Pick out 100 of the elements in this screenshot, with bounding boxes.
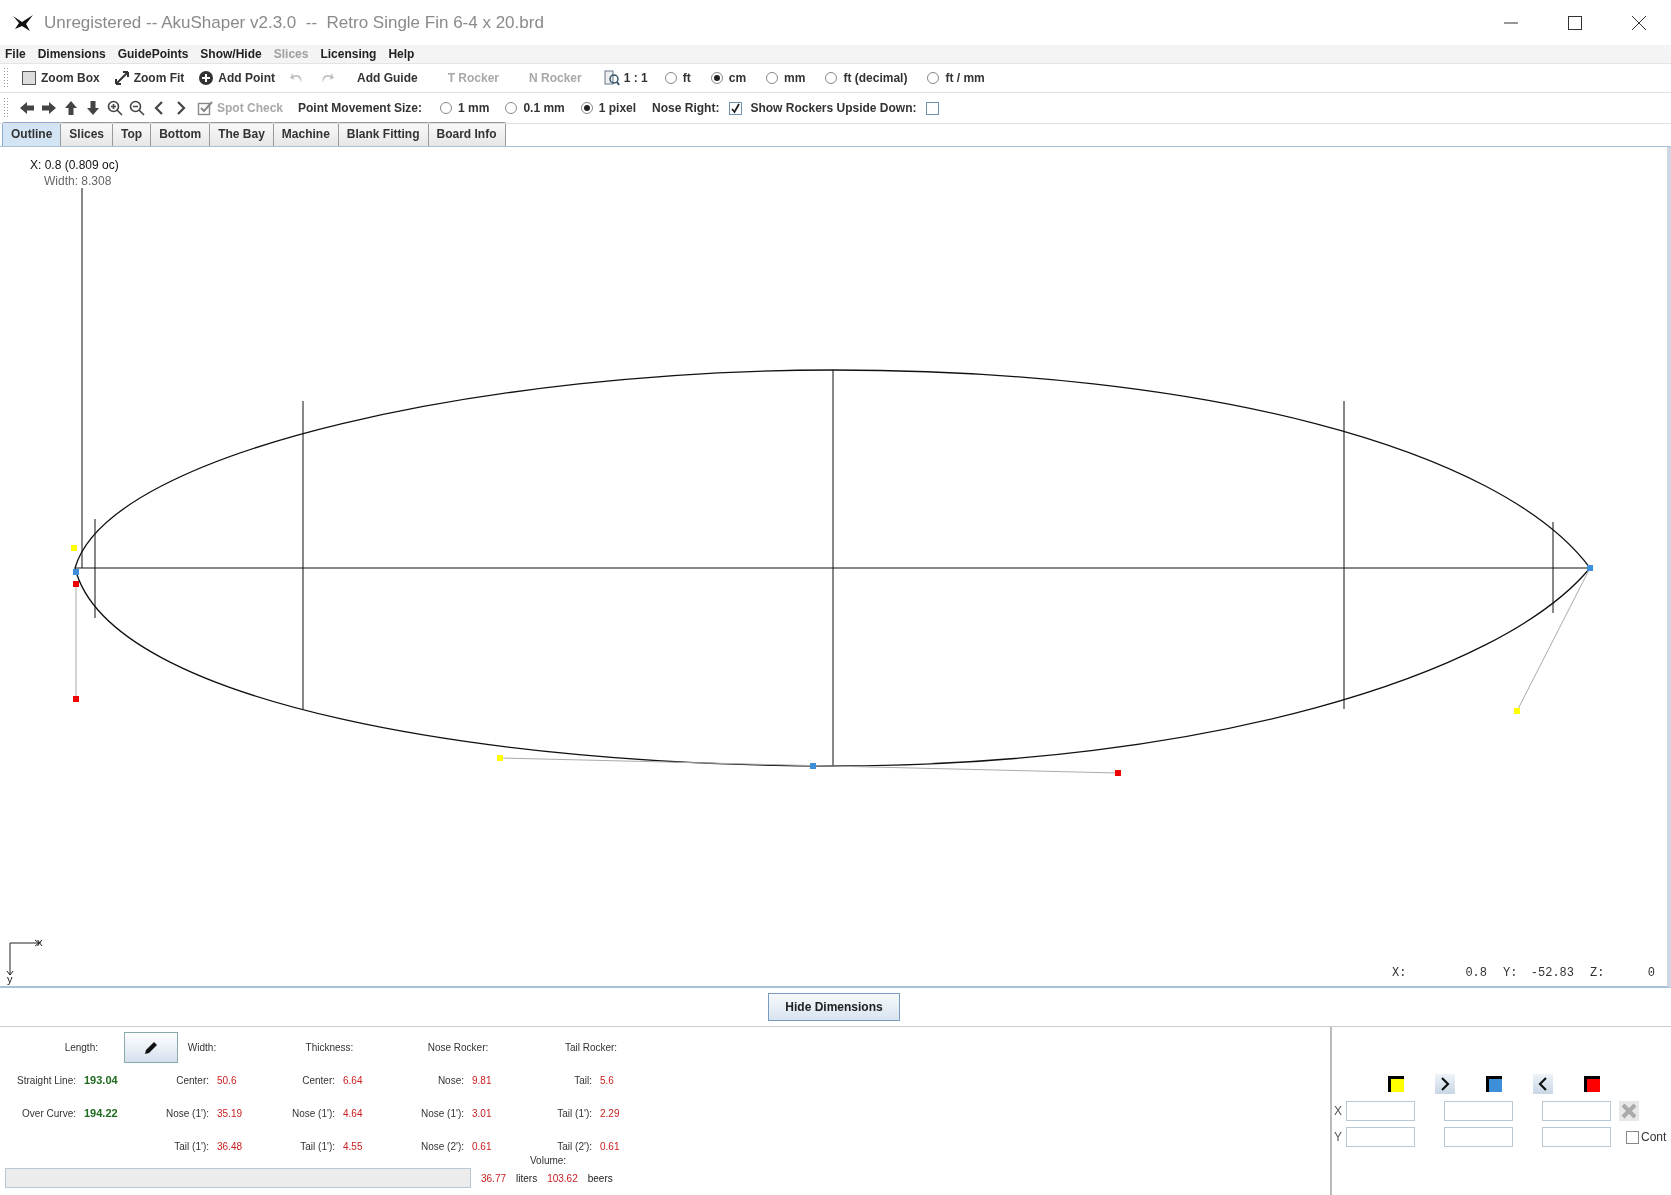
unit-radio[interactable]: cm	[710, 69, 747, 87]
coordinate-field[interactable]	[1346, 1101, 1415, 1121]
dimension-value: 193.04	[84, 1073, 119, 1089]
dimension-value: 36.48	[217, 1140, 244, 1154]
dimension-value: 5.6	[600, 1074, 615, 1088]
axis-label: y	[7, 973, 13, 986]
column-heading: Nose Rocker:	[427, 1041, 489, 1055]
right-arrow-icon	[41, 100, 57, 116]
dimension-label: Tail (1'):	[299, 1140, 335, 1154]
unit-radio[interactable]: ft / mm	[927, 69, 985, 87]
tab[interactable]: Board Info	[427, 122, 506, 146]
menu-item[interactable]: Licensing	[315, 45, 384, 63]
maximize-icon	[1568, 15, 1582, 30]
unit-radio[interactable]: ft (decimal)	[825, 69, 908, 87]
minimize-icon	[1504, 21, 1518, 24]
pencil-icon	[143, 1039, 159, 1056]
toolbar-button[interactable]: Add Point	[193, 69, 280, 87]
dimension-value: 194.22	[84, 1106, 119, 1122]
column-heading: Length:	[63, 1041, 98, 1055]
coordinate-field[interactable]	[1346, 1127, 1415, 1147]
dimension-label: Nose (2'):	[419, 1140, 464, 1154]
point-size-radio[interactable]: 1 pixel	[580, 99, 637, 117]
menu-item[interactable]: GuidePoints	[112, 45, 196, 63]
nose-right-checkbox[interactable]	[729, 101, 743, 115]
point-swatch[interactable]	[1583, 1076, 1600, 1092]
volume-unit: beers	[587, 1171, 613, 1186]
point-swatch[interactable]	[1485, 1076, 1502, 1092]
coordinate-label: X	[1334, 1103, 1343, 1120]
toolbar-button[interactable]: Add Guide	[352, 69, 423, 87]
axis-label: x	[37, 935, 43, 950]
upside-down-label: Show Rockers Upside Down:	[750, 100, 917, 117]
dimension-value: 50.6	[217, 1074, 238, 1088]
coordinate-field[interactable]	[1444, 1101, 1513, 1121]
unit-radio[interactable]: ft	[664, 69, 691, 87]
status-value: 0	[1646, 965, 1655, 982]
upside-down-checkbox[interactable]	[926, 101, 940, 115]
dimension-label: Nose:	[436, 1074, 464, 1088]
coordinate-field[interactable]	[1542, 1127, 1611, 1147]
dimension-label: Nose (1'):	[164, 1107, 209, 1121]
coordinate-field[interactable]	[1444, 1127, 1513, 1147]
status-value: -52.83	[1529, 965, 1574, 982]
chevron-right-button[interactable]	[1434, 1074, 1455, 1094]
dimension-label: Nose (1'):	[290, 1107, 335, 1121]
width-readout: Width: 8.308	[44, 173, 112, 190]
toolbar-button[interactable]: Zoom Fit	[108, 69, 190, 87]
cont-checkbox[interactable]	[1626, 1130, 1639, 1144]
status-label: Z:	[1590, 965, 1606, 982]
dimension-value: 35.19	[217, 1107, 244, 1121]
nose-right-label: Nose Right:	[652, 100, 720, 117]
menu-item[interactable]: Dimensions	[32, 45, 113, 63]
tab[interactable]: Bottom	[150, 122, 211, 146]
diagonal-arrows-icon	[113, 70, 130, 86]
point-size-radio[interactable]: 1 mm	[440, 99, 490, 117]
unit-radio[interactable]: mm	[766, 69, 806, 87]
up-arrow-icon	[63, 100, 79, 116]
edit-button[interactable]	[124, 1032, 178, 1063]
tab[interactable]: Blank Fitting	[337, 122, 429, 146]
menu-item[interactable]: Help	[383, 45, 422, 63]
plus-circle-icon	[198, 70, 215, 86]
coordinate-label: Y	[1334, 1129, 1343, 1146]
point-size-radio[interactable]: 0.1 mm	[505, 99, 565, 117]
checkbox-icon	[197, 100, 213, 116]
dimension-value: 0.61	[472, 1140, 493, 1154]
dimension-label: Nose (1'):	[419, 1107, 464, 1121]
volume-value: 36.77	[481, 1171, 507, 1186]
volume-label: Volume:	[530, 1154, 567, 1168]
status-label: X:	[1392, 965, 1408, 982]
tab[interactable]: Slices	[60, 122, 114, 146]
tab[interactable]: Top	[112, 122, 152, 146]
dimension-value: 9.81	[472, 1074, 493, 1088]
chevron-left-button[interactable]	[1532, 1074, 1553, 1094]
point-swatch[interactable]	[1387, 1076, 1404, 1092]
dimension-label: Tail (2'):	[556, 1140, 592, 1154]
tab[interactable]: Outline	[2, 122, 62, 146]
dimension-value: 0.61	[600, 1140, 621, 1154]
square-icon	[21, 70, 37, 86]
toolbar-button[interactable]: Zoom Box	[16, 69, 105, 87]
volume-unit: liters	[516, 1171, 538, 1186]
hide-dimensions-button[interactable]: Hide Dimensions	[768, 993, 900, 1021]
menu-item[interactable]: Show/Hide	[195, 45, 269, 63]
menu-item[interactable]: File	[0, 45, 33, 63]
dimension-label: Straight Line:	[16, 1074, 76, 1088]
tab[interactable]: Machine	[272, 122, 339, 146]
dimension-value: 4.55	[343, 1140, 364, 1154]
column-heading: Width:	[187, 1041, 217, 1055]
tab[interactable]: The Bay	[209, 122, 274, 146]
zoom-out-icon	[129, 100, 145, 116]
close-icon	[1631, 14, 1647, 31]
column-heading: Thickness:	[305, 1041, 354, 1055]
dimension-label: Center:	[175, 1074, 209, 1088]
window-title: Unregistered -- AkuShaper v2.3.0 -- Retro Single Fin 6-4 x 20.brd	[44, 11, 544, 34]
dimension-value: 6.64	[343, 1074, 364, 1088]
dimension-label: Tail (1'):	[173, 1140, 209, 1154]
toolbar-button[interactable]: 1 : 1	[598, 69, 653, 87]
down-arrow-icon	[85, 100, 101, 116]
dimension-label: Tail (1'):	[556, 1107, 592, 1121]
cont-label: Cont	[1641, 1129, 1667, 1146]
dimension-label: Tail:	[573, 1074, 592, 1088]
status-value: 0.8	[1464, 965, 1487, 982]
coordinate-field[interactable]	[1542, 1101, 1611, 1121]
